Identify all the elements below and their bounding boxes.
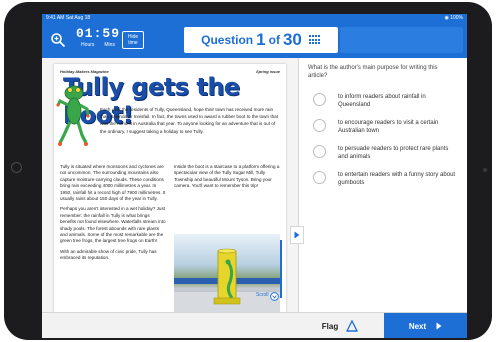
of-word: of	[268, 33, 280, 47]
question-total: 30	[282, 30, 302, 49]
timer-mins-label: Mins	[104, 42, 115, 48]
article-right-column: Inside the boot is a staircase to a plat…	[174, 164, 280, 194]
hide-time-button[interactable]: Hide time	[122, 31, 144, 49]
next-label: Next	[408, 321, 427, 331]
status-time-date: 9:41 AM Sat Aug 18	[46, 15, 91, 21]
answer-text: to persuade readers to protect rare plan…	[338, 146, 449, 160]
camera-dot	[483, 168, 487, 172]
tree-frog-illustration	[56, 85, 90, 146]
radio-button[interactable]	[313, 171, 326, 184]
answer-option-1[interactable]: to inform readers about rainfall in Quee…	[308, 92, 458, 116]
radio-button[interactable]	[313, 93, 326, 106]
article-scrollbar[interactable]	[280, 240, 282, 298]
question-word: Question	[201, 33, 254, 47]
status-bar: 9:41 AM Sat Aug 18 ◉ 100%	[42, 14, 467, 22]
answer-option-4[interactable]: to entertain readers with a funny story …	[308, 170, 458, 194]
question-number: 1	[256, 30, 266, 49]
answer-text: to encourage readers to visit a certain …	[338, 120, 439, 134]
zoom-in-button[interactable]	[44, 26, 72, 54]
home-button	[11, 162, 22, 173]
paragraph: Tully is situated where monsoons and cyc…	[60, 164, 166, 202]
question-prompt: What is the author's main purpose for wr…	[308, 65, 438, 79]
status-battery: ◉ 100%	[444, 15, 463, 21]
chevron-right-icon	[436, 322, 442, 330]
article-pane[interactable]: Holiday-Makers Magazine Spring issue Tul…	[42, 58, 298, 312]
golden-gumboot-image	[213, 248, 241, 305]
answer-option-2[interactable]: to encourage readers to visit a certain …	[308, 118, 458, 142]
expand-pane-button[interactable]	[290, 226, 304, 244]
flag-icon	[346, 320, 359, 332]
magazine-page: Holiday-Makers Magazine Spring issue Tul…	[54, 64, 286, 312]
tablet-device: 9:41 AM Sat Aug 18 ◉ 100% 01:59 Hours Mi…	[4, 2, 492, 340]
paragraph: Inside the boot is a staircase to a plat…	[174, 164, 280, 189]
chevron-right-icon	[294, 231, 300, 239]
giant-boot-photo	[174, 234, 280, 312]
app-screen: 9:41 AM Sat Aug 18 ◉ 100% 01:59 Hours Mi…	[42, 14, 467, 338]
flag-label: Flag	[321, 321, 339, 331]
paragraph: Perhaps you aren't interested in a wet h…	[60, 206, 166, 244]
timer: 01:59 Hours Mins	[76, 26, 121, 49]
answer-text: to entertain readers with a funny story …	[338, 172, 456, 186]
next-button[interactable]: Next	[384, 313, 467, 338]
flag-button[interactable]: Flag	[298, 313, 382, 338]
answer-text: to inform readers about rainfall in Quee…	[338, 94, 426, 108]
header-bar: 01:59 Hours Mins Hide time Question 1 of…	[42, 22, 467, 58]
answer-option-3[interactable]: to persuade readers to protect rare plan…	[308, 144, 458, 168]
question-counter: Question 1 of 30	[184, 27, 338, 53]
radio-button[interactable]	[313, 119, 326, 132]
timer-value: 01:59	[76, 26, 121, 41]
timer-hours-label: Hours	[81, 42, 95, 48]
magnifier-plus-icon	[51, 33, 66, 48]
paragraph: With an admirable show of civic pride, T…	[60, 248, 157, 261]
radio-button[interactable]	[313, 145, 326, 158]
footer-bar: Flag Next	[42, 312, 467, 338]
scroll-down-icon[interactable]	[270, 288, 279, 301]
article-left-column: Tully is situated where monsoons and cyc…	[60, 164, 166, 266]
header-right-panel	[340, 27, 463, 53]
article-intro: Each year the residents of Tully, Queens…	[100, 107, 278, 134]
question-grid-icon[interactable]	[308, 35, 321, 45]
scroll-hint: Scroll	[256, 292, 269, 298]
pane-divider	[298, 58, 299, 312]
hide-time-label: Hide time	[127, 34, 139, 46]
